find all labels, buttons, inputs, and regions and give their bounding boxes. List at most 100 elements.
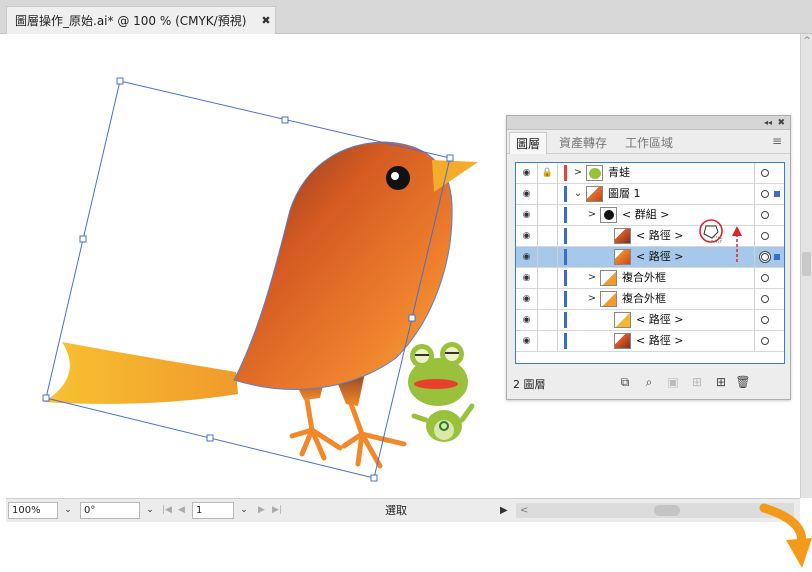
layer-row[interactable]: ◉ 🔒 > 青蛙 xyxy=(516,163,784,184)
target-column[interactable] xyxy=(754,205,784,225)
scroll-up-icon[interactable]: ^ xyxy=(802,36,812,46)
visibility-eye-icon[interactable]: ◉ xyxy=(516,289,538,309)
layer-row[interactable]: ◉ ⌄ 圖層 1 xyxy=(516,184,784,205)
prev-artboard-icon[interactable]: ◀ xyxy=(178,502,185,519)
scroll-left-icon[interactable]: < xyxy=(520,503,528,518)
horizontal-scrollbar[interactable]: < xyxy=(516,503,794,518)
target-circle-icon[interactable] xyxy=(761,232,769,240)
trash-icon[interactable]: 🗑 xyxy=(735,375,751,389)
artboard-dropdown-icon[interactable]: ⌄ xyxy=(236,502,252,519)
last-artboard-icon[interactable]: ▶| xyxy=(272,502,282,519)
layers-list[interactable]: ◉ 🔒 > 青蛙 ◉ ⌄ 圖層 1 ◉ > < 群組 > ◉ < 路徑 > ◉ < 路徑 > ◉ > 複合外框 ◉… xyxy=(515,162,785,364)
target-circle-icon[interactable] xyxy=(761,190,769,198)
tab-asset-export[interactable]: 資產轉存 xyxy=(553,132,613,154)
zoom-field[interactable]: 100% xyxy=(8,502,58,519)
layer-row[interactable]: ◉ < 路徑 > xyxy=(516,310,784,331)
panel-title-bar[interactable]: ◂◂ ✖ xyxy=(507,116,790,130)
selection-square-icon[interactable] xyxy=(774,191,780,197)
lock-toggle[interactable] xyxy=(538,247,558,267)
visibility-eye-icon[interactable]: ◉ xyxy=(516,205,538,225)
target-circle-icon[interactable] xyxy=(761,211,769,219)
export-icon[interactable]: ⧉ xyxy=(617,375,633,390)
layer-row[interactable]: ◉ < 路徑 > xyxy=(516,226,784,247)
layer-name[interactable]: 青蛙 xyxy=(608,163,630,183)
horizontal-scroll-thumb[interactable] xyxy=(654,505,680,516)
layer-row[interactable]: ◉ > 複合外框 xyxy=(516,268,784,289)
collapse-chevron-icon[interactable]: ⌄ xyxy=(572,184,584,204)
artboard-field[interactable]: 1 xyxy=(192,502,234,519)
expand-chevron-icon[interactable]: > xyxy=(586,205,598,225)
target-column[interactable] xyxy=(754,163,784,183)
target-circle-icon[interactable] xyxy=(761,253,769,261)
zoom-dropdown-icon[interactable]: ⌄ xyxy=(60,502,76,519)
frog-illustration[interactable] xyxy=(408,342,475,442)
layer-name[interactable]: 複合外框 xyxy=(622,268,666,288)
layer-color-stripe xyxy=(564,228,567,244)
layer-row[interactable]: ◉ < 路徑 > xyxy=(516,331,784,352)
clipping-mask-icon[interactable]: ▣ xyxy=(665,375,681,389)
layer-name[interactable]: < 路徑 > xyxy=(636,310,683,330)
lock-toggle[interactable] xyxy=(538,184,558,204)
play-icon[interactable]: ▶ xyxy=(500,502,508,519)
visibility-eye-icon[interactable]: ◉ xyxy=(516,163,538,183)
selection-square-icon[interactable] xyxy=(774,254,780,260)
target-circle-icon[interactable] xyxy=(761,169,769,177)
bird-tail[interactable] xyxy=(44,342,238,404)
layer-name[interactable]: < 路徑 > xyxy=(636,331,683,351)
first-artboard-icon[interactable]: |◀ xyxy=(162,502,172,519)
close-panel-icon[interactable]: ✖ xyxy=(777,116,785,130)
layer-row[interactable]: ◉ > < 群組 > xyxy=(516,205,784,226)
lock-toggle[interactable] xyxy=(538,205,558,225)
target-column[interactable] xyxy=(754,268,784,288)
rotation-field[interactable]: 0° xyxy=(80,502,140,519)
target-circle-icon[interactable] xyxy=(761,295,769,303)
document-tab[interactable]: 圖層操作_原始.ai* @ 100 % (CMYK/預視) ✖ xyxy=(6,6,276,34)
expand-chevron-icon[interactable]: > xyxy=(586,289,598,309)
layer-row[interactable]: ◉ < 路徑 > xyxy=(516,247,784,268)
target-column[interactable] xyxy=(754,331,784,351)
new-sublayer-icon[interactable]: ⊞ xyxy=(689,375,705,389)
new-layer-icon[interactable]: ⊞ xyxy=(713,375,729,389)
visibility-eye-icon[interactable]: ◉ xyxy=(516,247,538,267)
visibility-eye-icon[interactable]: ◉ xyxy=(516,331,538,351)
layer-name[interactable]: 複合外框 xyxy=(622,289,666,309)
next-artboard-icon[interactable]: ▶ xyxy=(258,502,265,519)
target-circle-icon[interactable] xyxy=(761,316,769,324)
target-column[interactable] xyxy=(754,184,784,204)
tab-layers[interactable]: 圖層 xyxy=(509,132,548,154)
lock-toggle[interactable] xyxy=(538,268,558,288)
expand-chevron-icon[interactable]: > xyxy=(586,268,598,288)
target-column[interactable] xyxy=(754,247,784,267)
lock-toggle[interactable] xyxy=(538,289,558,309)
visibility-eye-icon[interactable]: ◉ xyxy=(516,268,538,288)
target-circle-icon[interactable] xyxy=(761,274,769,282)
vertical-scrollbar[interactable]: ^ xyxy=(800,34,812,498)
target-circle-icon[interactable] xyxy=(761,337,769,345)
visibility-eye-icon[interactable]: ◉ xyxy=(516,184,538,204)
panel-menu-icon[interactable]: ≡ xyxy=(772,134,782,148)
lock-icon[interactable]: 🔒 xyxy=(538,163,558,183)
lock-toggle[interactable] xyxy=(538,331,558,351)
next-step-arrow-head-icon xyxy=(786,538,812,568)
layer-name[interactable]: 圖層 1 xyxy=(608,184,641,204)
layer-row[interactable]: ◉ > 複合外框 xyxy=(516,289,784,310)
target-column[interactable] xyxy=(754,310,784,330)
rotation-dropdown-icon[interactable]: ⌄ xyxy=(142,502,158,519)
layer-name[interactable]: < 路徑 > xyxy=(636,247,683,267)
layer-name[interactable]: < 路徑 > xyxy=(636,226,683,246)
visibility-eye-icon[interactable]: ◉ xyxy=(516,226,538,246)
target-column[interactable] xyxy=(754,226,784,246)
close-icon[interactable]: ✖ xyxy=(257,14,275,27)
tab-artboards[interactable]: 工作區域 xyxy=(619,132,679,154)
collapse-panel-icon[interactable]: ◂◂ xyxy=(764,116,772,130)
vertical-scroll-thumb[interactable] xyxy=(802,252,811,276)
expand-chevron-icon[interactable]: > xyxy=(572,163,584,183)
target-column[interactable] xyxy=(754,289,784,309)
lock-toggle[interactable] xyxy=(538,226,558,246)
layer-name[interactable]: < 群組 > xyxy=(622,205,669,225)
search-icon[interactable]: ⌕ xyxy=(641,375,657,390)
visibility-eye-icon[interactable]: ◉ xyxy=(516,310,538,330)
bird-beak[interactable] xyxy=(432,160,478,192)
lock-toggle[interactable] xyxy=(538,310,558,330)
status-bar: 100% ⌄ 0° ⌄ |◀ ◀ 1 ⌄ ▶ ▶| 選取 ▶ < xyxy=(6,498,800,522)
